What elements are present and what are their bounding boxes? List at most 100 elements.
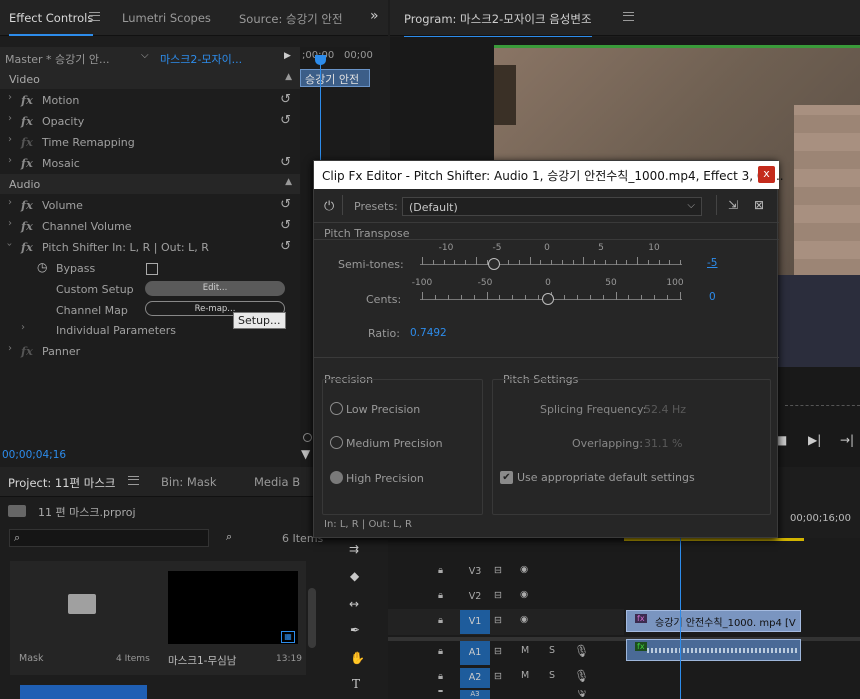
chevron-down-icon[interactable]: › bbox=[4, 243, 15, 247]
eye-icon[interactable]: ◉ bbox=[520, 589, 528, 600]
edit-button[interactable]: Edit... bbox=[145, 281, 285, 296]
zoom-circle-icon[interactable] bbox=[303, 433, 312, 442]
playhead-handle[interactable] bbox=[315, 55, 326, 65]
hand-icon[interactable]: ✋ bbox=[350, 651, 365, 665]
play-triangle-icon[interactable]: ▶ bbox=[284, 51, 291, 61]
effect-row-pitch-shifter[interactable]: › fx Pitch Shifter In: L, R | Out: L, R … bbox=[0, 237, 300, 258]
panel-menu-icon[interactable] bbox=[128, 476, 139, 485]
cents-slider[interactable]: -100 -50 0 50 100 bbox=[412, 278, 684, 305]
mute-button[interactable]: M bbox=[521, 645, 529, 656]
tab-source[interactable]: Source: 승강기 안전 bbox=[239, 11, 343, 27]
clip-bar[interactable]: 승강기 안전 bbox=[300, 69, 370, 87]
step-forward-icon[interactable]: ▶| bbox=[808, 433, 821, 447]
lock-icon[interactable]: 🔒︎ bbox=[438, 690, 443, 695]
current-time[interactable]: 00;00;04;16 bbox=[2, 449, 66, 461]
track-label[interactable]: A3 bbox=[460, 690, 490, 699]
microphone-icon[interactable]: 🎙︎ bbox=[574, 669, 589, 683]
presets-dropdown[interactable]: (Default) ⌵ bbox=[402, 197, 702, 216]
reset-icon[interactable]: ↺ bbox=[280, 155, 291, 170]
collapse-up-icon[interactable]: ▲ bbox=[285, 72, 292, 82]
radio-medium-precision[interactable] bbox=[330, 436, 343, 449]
lock-icon[interactable]: 🔒︎ bbox=[438, 646, 443, 657]
track-label[interactable]: A2 bbox=[460, 668, 490, 688]
track-label[interactable]: V2 bbox=[460, 587, 490, 607]
selected-tile-edge[interactable] bbox=[20, 685, 147, 699]
dialog-titlebar[interactable]: Clip Fx Editor - Pitch Shifter: Audio 1,… bbox=[314, 161, 784, 189]
lock-icon[interactable]: 🔒︎ bbox=[438, 565, 443, 576]
sequence-tile[interactable]: ▦ 마스크1-무심남 13:19 bbox=[158, 561, 306, 675]
default-settings-checkbox[interactable]: ✔ bbox=[500, 471, 513, 484]
fx-icon[interactable]: fx bbox=[21, 198, 33, 212]
chevron-right-icon[interactable]: › bbox=[8, 92, 12, 103]
chevron-right-icon[interactable]: › bbox=[8, 155, 12, 166]
fx-icon[interactable]: fx bbox=[21, 219, 33, 233]
tab-bin-mask[interactable]: Bin: Mask bbox=[161, 475, 217, 489]
radio-high-precision[interactable] bbox=[330, 471, 343, 484]
reset-icon[interactable]: ↺ bbox=[280, 92, 291, 107]
program-title[interactable]: Program: 마스크2-모자이크 음성변조 bbox=[404, 11, 592, 38]
high-precision-label[interactable]: High Precision bbox=[346, 472, 424, 485]
tab-lumetri-scopes[interactable]: Lumetri Scopes bbox=[122, 11, 211, 25]
track-select-icon[interactable]: ⇉ bbox=[349, 542, 359, 556]
microphone-icon[interactable]: 🎙︎ bbox=[574, 690, 589, 698]
default-settings-label[interactable]: Use appropriate default settings bbox=[517, 471, 695, 484]
close-button[interactable]: x bbox=[758, 166, 775, 183]
chevron-right-icon[interactable]: › bbox=[21, 322, 25, 333]
work-area-bar[interactable] bbox=[624, 538, 804, 541]
effect-row-panner[interactable]: › fx Panner bbox=[0, 341, 300, 362]
save-preset-icon[interactable]: ⇲ bbox=[728, 198, 738, 212]
type-tool-icon[interactable]: T bbox=[352, 677, 360, 691]
reset-icon[interactable]: ↺ bbox=[280, 197, 291, 212]
find-icon[interactable]: ⌕ bbox=[226, 530, 232, 544]
low-precision-label[interactable]: Low Precision bbox=[346, 403, 420, 416]
effect-row-channel-volume[interactable]: › fx Channel Volume ↺ bbox=[0, 216, 300, 237]
eye-icon[interactable]: ◉ bbox=[520, 564, 528, 575]
eye-icon[interactable]: ◉ bbox=[520, 614, 528, 625]
fx-icon[interactable]: fx bbox=[21, 156, 33, 170]
tab-media-browser[interactable]: Media B bbox=[254, 475, 300, 489]
sync-lock-icon[interactable]: ⊟ bbox=[494, 615, 502, 626]
video-clip[interactable]: fx 승강기 안전수칙_1000. mp4 [V bbox=[626, 610, 801, 632]
scrollbar[interactable] bbox=[308, 588, 316, 648]
more-panels-icon[interactable]: » bbox=[370, 8, 379, 24]
collapse-up-icon[interactable]: ▲ bbox=[285, 177, 292, 187]
audio-clip[interactable]: fx bbox=[626, 639, 801, 661]
chevron-right-icon[interactable]: › bbox=[8, 218, 12, 229]
track-label[interactable]: A1 bbox=[460, 641, 490, 665]
reset-dropdown-icon[interactable]: ↺ bbox=[280, 239, 291, 254]
effect-row-opacity[interactable]: › fx Opacity ↺ bbox=[0, 111, 300, 132]
reset-icon[interactable]: ↺ bbox=[280, 218, 291, 233]
chevron-right-icon[interactable]: › bbox=[8, 197, 12, 208]
panel-menu-icon[interactable] bbox=[89, 12, 100, 21]
radio-low-precision[interactable] bbox=[330, 402, 343, 415]
microphone-icon[interactable]: 🎙︎ bbox=[574, 644, 589, 658]
fx-icon[interactable]: fx bbox=[21, 240, 33, 254]
sync-lock-icon[interactable]: ⊟ bbox=[494, 565, 502, 576]
tab-project[interactable]: Project: 11편 마스크 bbox=[8, 475, 116, 502]
go-to-out-icon[interactable]: →| bbox=[840, 433, 854, 447]
sync-lock-icon[interactable]: ⊟ bbox=[494, 671, 502, 682]
delete-preset-icon[interactable]: ⊠ bbox=[754, 198, 764, 212]
sync-lock-icon[interactable]: ⊟ bbox=[494, 590, 502, 601]
cents-value[interactable]: 0 bbox=[709, 291, 716, 303]
effect-row-volume[interactable]: › fx Volume ↺ bbox=[0, 195, 300, 216]
effect-row-mosaic[interactable]: › fx Mosaic ↺ bbox=[0, 153, 300, 174]
razor-icon[interactable]: ◆ bbox=[350, 569, 359, 583]
filter-icon[interactable]: ▼ bbox=[301, 447, 310, 461]
slider-knob[interactable] bbox=[488, 258, 500, 270]
solo-button[interactable]: S bbox=[549, 670, 555, 681]
semitones-slider[interactable]: -10 -5 0 5 10 bbox=[420, 243, 682, 270]
track-label[interactable]: V1 bbox=[460, 610, 490, 634]
fx-badge-icon[interactable]: fx bbox=[635, 642, 647, 651]
timeline-playhead[interactable] bbox=[680, 538, 681, 699]
reset-icon[interactable]: ↺ bbox=[280, 113, 291, 128]
chevron-right-icon[interactable]: › bbox=[8, 343, 12, 354]
lock-icon[interactable]: 🔒︎ bbox=[438, 615, 443, 626]
fx-icon[interactable]: fx bbox=[21, 93, 33, 107]
chevron-down-icon[interactable]: ⌵ bbox=[141, 50, 149, 61]
chevron-right-icon[interactable]: › bbox=[8, 113, 12, 124]
mute-button[interactable]: M bbox=[521, 670, 529, 681]
semitones-value[interactable]: -5 bbox=[707, 257, 717, 269]
effect-row-motion[interactable]: › fx Motion ↺ bbox=[0, 90, 300, 111]
solo-button[interactable]: S bbox=[549, 645, 555, 656]
